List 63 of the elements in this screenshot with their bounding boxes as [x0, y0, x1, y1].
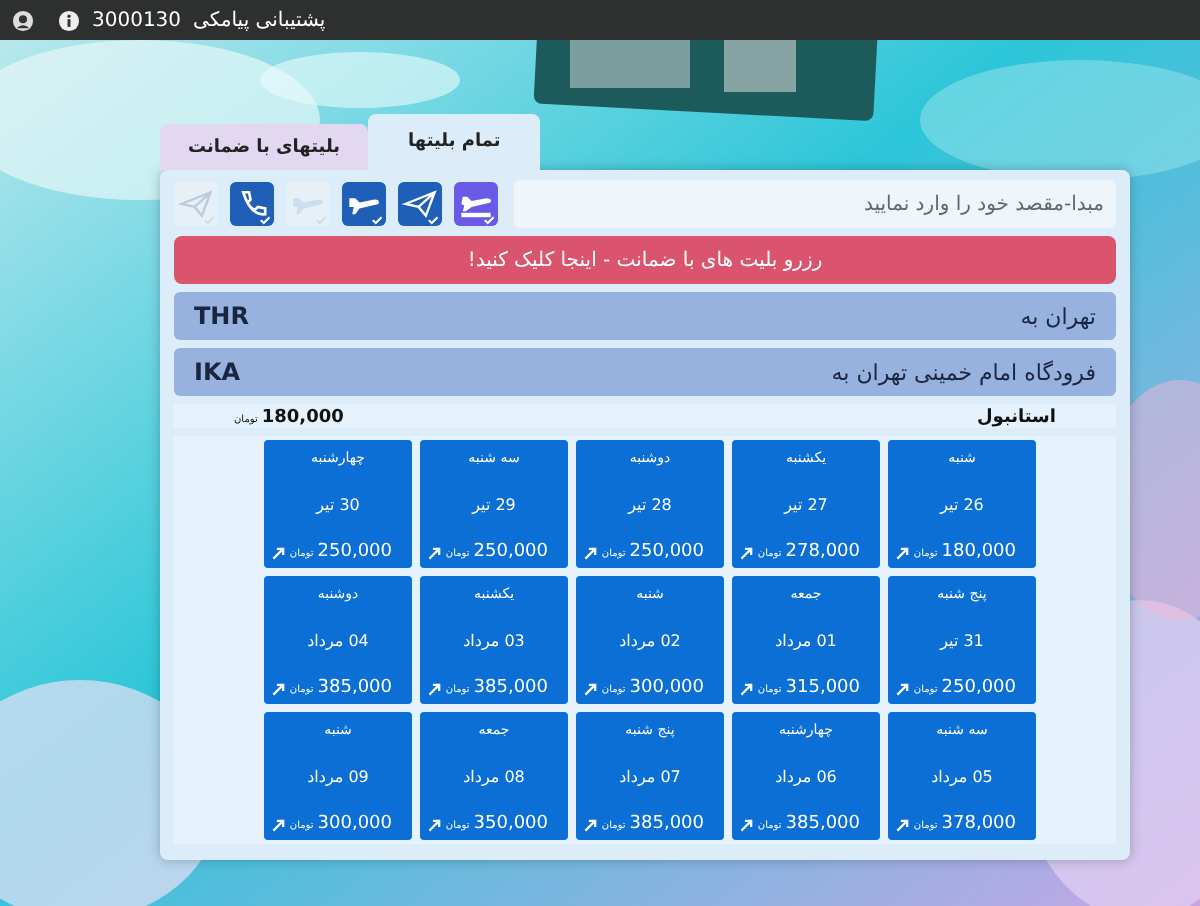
price-text: 180,000	[261, 408, 344, 428]
airport-code: THR	[194, 302, 249, 330]
date-text: 29 تیر	[472, 495, 516, 513]
support-number: 3000130	[92, 9, 182, 31]
price-text: 315,000	[785, 678, 860, 698]
price-text: 385,000	[317, 678, 392, 698]
arrow-icon	[272, 681, 286, 695]
tab[interactable]: تمام بلیتها	[368, 114, 541, 170]
arrow-icon	[584, 545, 598, 559]
arrow-icon	[428, 681, 442, 695]
route-origin: فرودگاه امام خمینی تهران به	[831, 359, 1096, 385]
price-text: 300,000	[317, 814, 392, 834]
info-icon[interactable]	[58, 9, 80, 31]
arrow-icon	[896, 545, 910, 559]
search-field[interactable]: مبدا-مقصد خود را وارد نمایید	[514, 180, 1116, 228]
date-text: 27 تیر	[784, 495, 828, 513]
date-text: 06 مرداد	[775, 767, 837, 785]
arrow-icon	[272, 817, 286, 831]
arrow-icon	[740, 545, 754, 559]
date-text: 03 مرداد	[463, 631, 525, 649]
user-icon[interactable]	[12, 9, 34, 31]
price-text: 385,000	[473, 678, 548, 698]
arrow-icon	[896, 817, 910, 831]
date-text: 28 تیر	[628, 495, 672, 513]
price-text: 250,000	[629, 542, 704, 562]
price-text: 378,000	[941, 814, 1016, 834]
paper-plane-icon[interactable]	[398, 182, 442, 226]
guarantee-banner[interactable]: رزرو بلیت های با ضمانت - اینجا کلیک کنید!	[174, 236, 1116, 284]
arrow-icon	[428, 545, 442, 559]
phone-icon[interactable]	[230, 182, 274, 226]
price-text: 385,000	[629, 814, 704, 834]
price-text: 250,000	[941, 678, 1016, 698]
date-text: 31 تیر	[940, 631, 984, 649]
date-text: 09 مرداد	[307, 767, 369, 785]
date-text: 30 تیر	[316, 495, 360, 513]
support-label: پشتیبانی پیامکی	[193, 9, 326, 31]
price-text: 180,000	[941, 542, 1016, 562]
date-text: 08 مرداد	[463, 767, 525, 785]
arrow-icon	[584, 681, 598, 695]
price-text: 385,000	[785, 814, 860, 834]
price-text: 278,000	[785, 542, 860, 562]
airplane-icon[interactable]	[342, 182, 386, 226]
price-text: 350,000	[473, 814, 548, 834]
date-text: 01 مرداد	[775, 631, 837, 649]
arrow-icon	[428, 817, 442, 831]
tab[interactable]: بلیتهای با ضمانت	[160, 124, 369, 170]
arrow-icon	[740, 817, 754, 831]
date-text: 05 مرداد	[931, 767, 993, 785]
arrow-icon	[584, 817, 598, 831]
arrow-icon	[272, 545, 286, 559]
price-text: 250,000	[317, 542, 392, 562]
arrow-icon	[740, 681, 754, 695]
airport-code: IKA	[194, 358, 241, 386]
route-origin: تهران به	[1020, 303, 1096, 329]
date-text: 02 مرداد	[619, 631, 681, 649]
price-text: 250,000	[473, 542, 548, 562]
arrow-icon	[896, 681, 910, 695]
airplane-ticket-icon[interactable]	[454, 182, 498, 226]
date-text: 04 مرداد	[307, 631, 369, 649]
date-text: 26 تیر	[940, 495, 984, 513]
price-text: 300,000	[629, 678, 704, 698]
destination-name[interactable]: استانبول	[977, 408, 1056, 428]
date-text: 07 مرداد	[619, 767, 681, 785]
